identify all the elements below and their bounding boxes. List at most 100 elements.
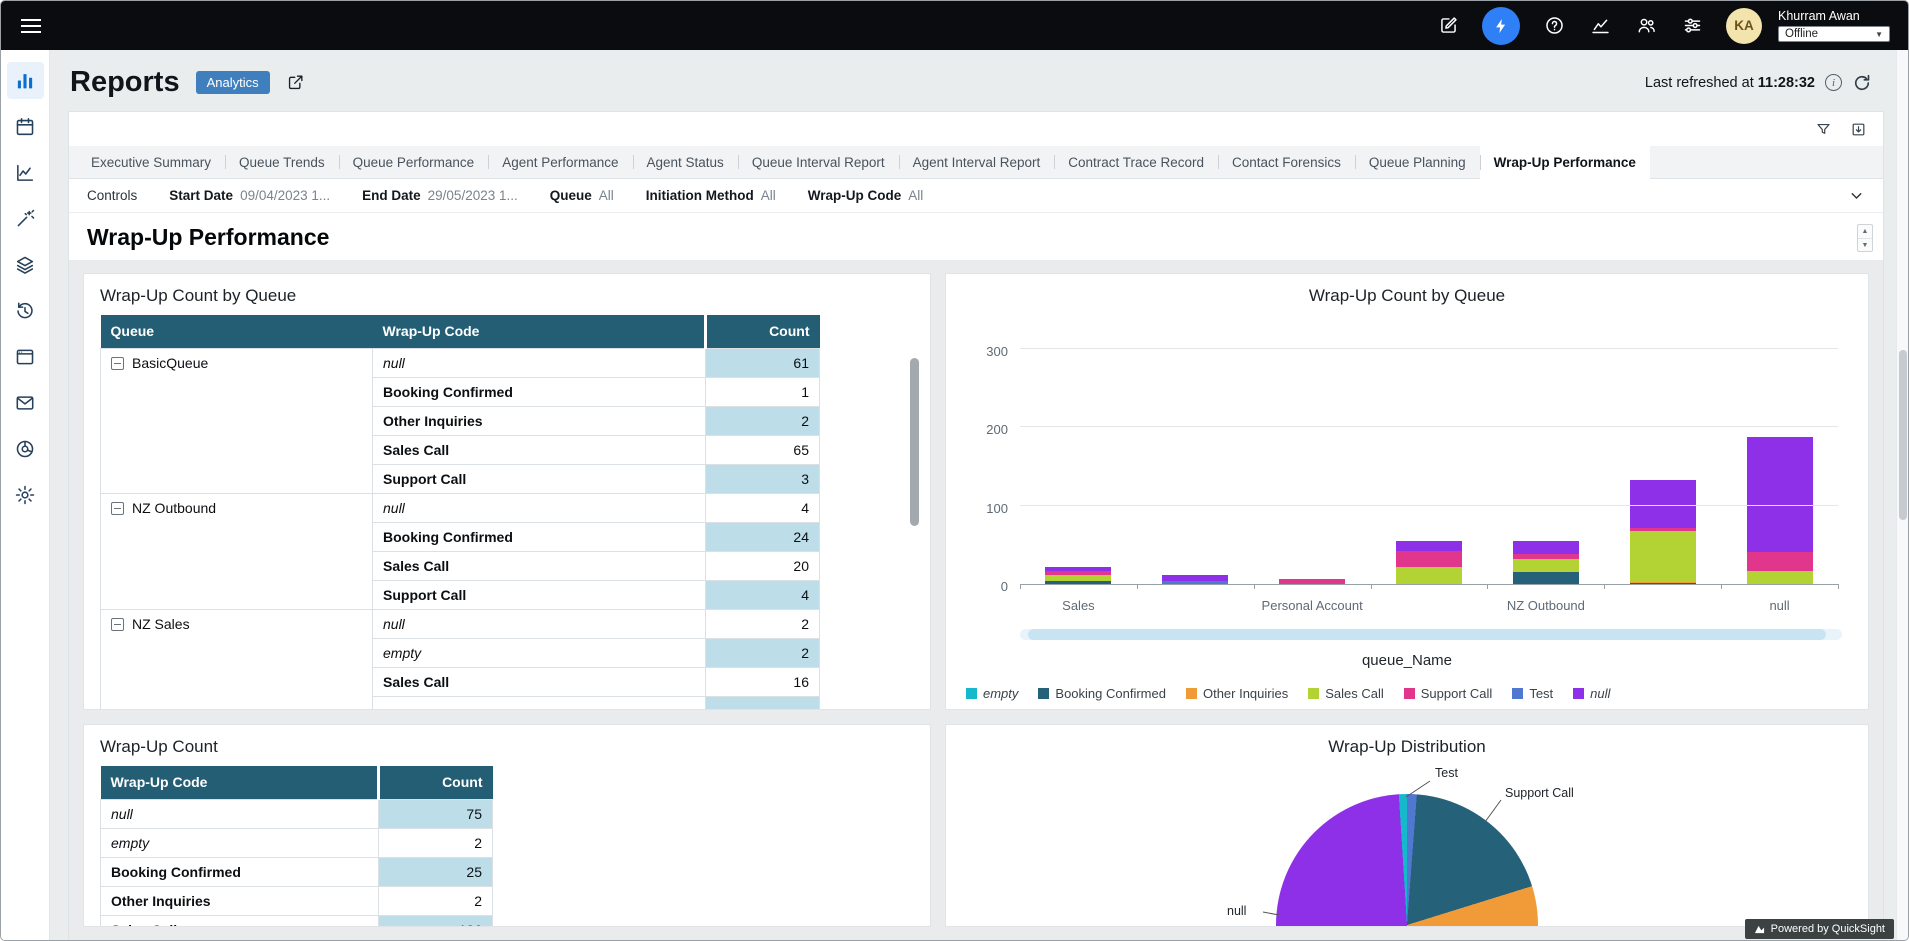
column-header-queue[interactable]: Queue <box>101 315 373 348</box>
column-header-count[interactable]: Count <box>379 766 493 799</box>
collapse-icon[interactable] <box>111 357 124 370</box>
legend-item-sales-call[interactable]: Sales Call <box>1308 686 1384 701</box>
open-in-new-icon[interactable] <box>286 73 305 92</box>
sidebar-item-reports-bar-chart-icon[interactable] <box>7 62 44 99</box>
tab-agent-status[interactable]: Agent Status <box>633 146 738 178</box>
collapse-icon[interactable] <box>111 618 124 631</box>
wrapup-code-cell: null <box>373 348 706 377</box>
user-name: Khurram Awan <box>1778 9 1890 23</box>
controls-label: Controls <box>87 188 137 203</box>
filter-end-date[interactable]: End Date29/05/2023 1... <box>362 188 518 203</box>
sidebar-item-settings-gear-icon[interactable] <box>7 476 44 513</box>
column-header-wrapup-code[interactable]: Wrap-Up Code <box>101 766 379 799</box>
left-sidebar <box>1 50 50 940</box>
count-cell: 20 <box>706 551 820 580</box>
avatar[interactable]: KA <box>1726 8 1762 44</box>
top-navbar: KA Khurram Awan Offline ▼ <box>1 1 1908 50</box>
tab-wrap-up-performance[interactable]: Wrap-Up Performance <box>1480 146 1650 179</box>
card-title: Wrap-Up Count <box>100 737 918 757</box>
filter-queue[interactable]: QueueAll <box>550 188 614 203</box>
sidebar-item-trends-line-chart-icon[interactable] <box>7 154 44 191</box>
tab-executive-summary[interactable]: Executive Summary <box>77 146 225 178</box>
filter-funnel-icon[interactable] <box>1815 121 1832 138</box>
collapse-icon[interactable] <box>111 502 124 515</box>
tab-queue-trends[interactable]: Queue Trends <box>225 146 339 178</box>
count-row: Sales Call106 <box>101 915 493 927</box>
notepad-icon[interactable] <box>1436 14 1460 38</box>
count-cell: 2 <box>379 828 493 857</box>
info-icon[interactable]: i <box>1825 74 1842 91</box>
tab-queue-interval-report[interactable]: Queue Interval Report <box>738 146 899 178</box>
settings-sliders-icon[interactable] <box>1680 14 1704 38</box>
agents-icon[interactable] <box>1634 14 1658 38</box>
table-scrollbar[interactable] <box>910 358 919 695</box>
filter-wrap-up-code[interactable]: Wrap-Up CodeAll <box>808 188 924 203</box>
column-header-wrapup-code[interactable]: Wrap-Up Code <box>373 315 706 348</box>
scroll-down-icon[interactable]: ▼ <box>1858 238 1872 251</box>
legend-item-empty[interactable]: empty <box>966 686 1018 701</box>
sidebar-item-app-window-icon[interactable] <box>7 338 44 375</box>
count-row: Booking Confirmed25 <box>101 857 493 886</box>
chart-legend: empty Booking Confirmed Other Inquiries Sal… <box>966 686 1856 701</box>
tab-agent-performance[interactable]: Agent Performance <box>488 146 632 178</box>
user-block: Khurram Awan Offline ▼ <box>1778 9 1890 42</box>
count-cell: 2 <box>706 609 820 638</box>
help-icon[interactable] <box>1542 14 1566 38</box>
tab-contract-trace-record[interactable]: Contract Trace Record <box>1054 146 1218 178</box>
sidebar-item-email-icon[interactable] <box>7 384 44 421</box>
count-cell: 2 <box>706 406 820 435</box>
bar-segment-support-call <box>1747 552 1813 572</box>
tab-agent-interval-report[interactable]: Agent Interval Report <box>899 146 1055 178</box>
chevron-down-icon[interactable] <box>1848 187 1865 204</box>
wrapup-code-cell: Sales Call <box>373 667 706 696</box>
sidebar-item-doughnut-chart-icon[interactable] <box>7 430 44 467</box>
status-value: Offline <box>1785 28 1818 40</box>
legend-swatch <box>1308 688 1319 699</box>
last-refreshed-time: 11:28:32 <box>1758 75 1815 91</box>
column-header-count[interactable]: Count <box>706 315 820 348</box>
hamburger-menu-icon[interactable] <box>19 15 43 37</box>
legend-item-null[interactable]: null <box>1573 686 1610 701</box>
legend-item-other-inquiries[interactable]: Other Inquiries <box>1186 686 1288 701</box>
tab-contact-forensics[interactable]: Contact Forensics <box>1218 146 1355 178</box>
scroll-up-icon[interactable]: ▲ <box>1858 225 1872 238</box>
analytics-badge: Analytics <box>196 71 270 94</box>
count-cell: 4 <box>706 580 820 609</box>
legend-item-booking-confirmed[interactable]: Booking Confirmed <box>1038 686 1166 701</box>
refresh-icon[interactable] <box>1852 73 1872 93</box>
wrapup-code-cell: empty <box>101 828 379 857</box>
metrics-icon[interactable] <box>1588 14 1612 38</box>
powered-by-quicksight-badge: Powered by QuickSight <box>1745 919 1894 939</box>
chart-horizontal-scrollbar[interactable] <box>1020 629 1842 640</box>
flash-icon[interactable] <box>1482 7 1520 45</box>
sidebar-item-layers-icon[interactable] <box>7 246 44 283</box>
stacked-bar <box>1513 541 1579 584</box>
wrapup-code-cell: Other Inquiries <box>101 886 379 915</box>
filter-initiation-method[interactable]: Initiation MethodAll <box>646 188 776 203</box>
tab-queue-performance[interactable]: Queue Performance <box>339 146 489 178</box>
status-select[interactable]: Offline ▼ <box>1778 26 1890 42</box>
count-table: Wrap-Up Code Count null75empty2Booking C… <box>100 766 493 927</box>
page-scrollbar[interactable] <box>1896 50 1908 940</box>
sidebar-item-history-icon[interactable] <box>7 292 44 329</box>
filter-start-date[interactable]: Start Date09/04/2023 1... <box>169 188 330 203</box>
wrapup-code-cell: Booking Confirmed <box>101 857 379 886</box>
last-refreshed-text: Last refreshed at11:28:32 <box>1645 75 1815 91</box>
y-axis-tick: 100 <box>962 501 1008 516</box>
card-wrapup-count-table: Wrap-Up Count Wrap-Up Code Count null75e… <box>83 724 931 927</box>
count-cell: 61 <box>706 348 820 377</box>
sidebar-item-calendar-icon[interactable] <box>7 108 44 145</box>
calendar-icon <box>14 116 36 138</box>
tab-queue-planning[interactable]: Queue Planning <box>1355 146 1480 178</box>
sidebar-item-wand-icon[interactable] <box>7 200 44 237</box>
queue-group-cell: BasicQueue <box>101 348 373 493</box>
wrapup-code-cell: Booking Confirmed <box>373 522 706 551</box>
export-icon[interactable] <box>1850 121 1867 138</box>
history-icon <box>14 300 36 322</box>
legend-item-test[interactable]: Test <box>1512 686 1553 701</box>
app-window-icon <box>14 346 36 368</box>
sheet-scrollbar[interactable]: ▲ ▼ <box>1857 224 1873 252</box>
count-cell: 25 <box>379 857 493 886</box>
pie-slices <box>1276 794 1538 927</box>
legend-item-support-call[interactable]: Support Call <box>1404 686 1493 701</box>
